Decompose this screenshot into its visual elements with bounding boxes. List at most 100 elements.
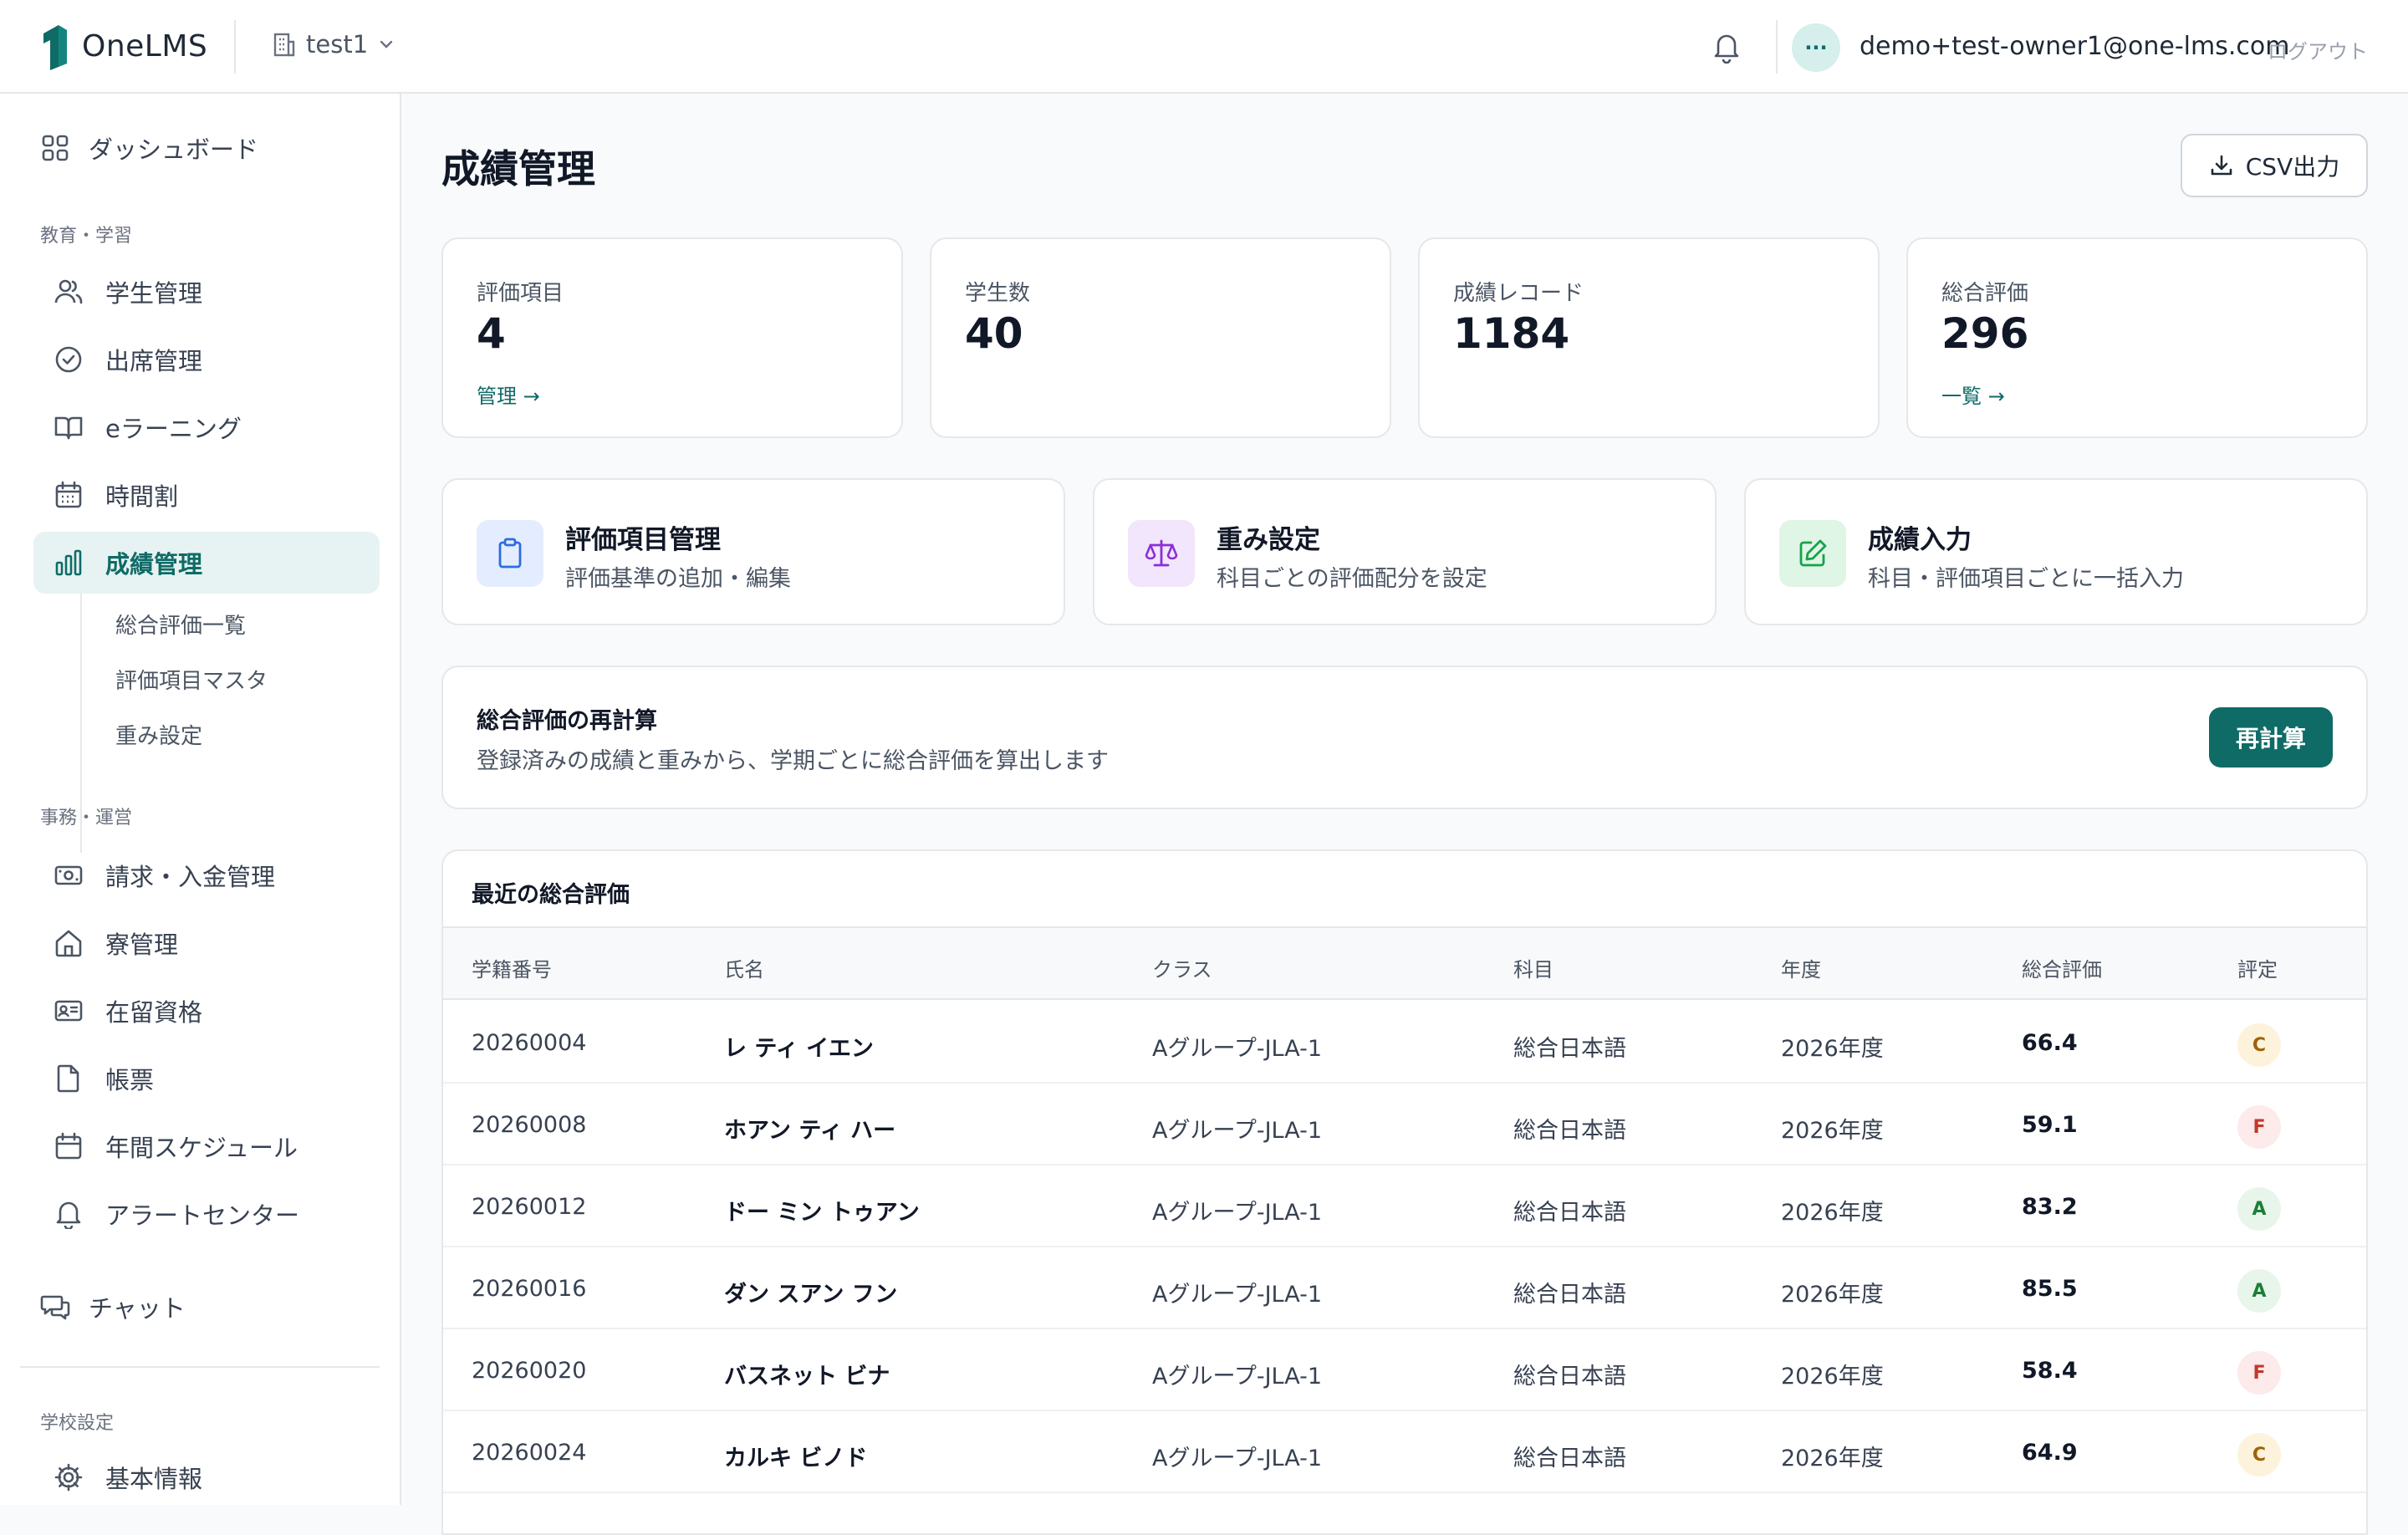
avatar[interactable]: ··· — [1792, 23, 1840, 72]
action-subtitle: 評価基準の追加・編集 — [565, 566, 791, 592]
section-label-school: 学校設定 — [40, 1413, 115, 1434]
download-icon — [2211, 155, 2232, 176]
divider — [1776, 20, 1778, 74]
action-subtitle: 科目・評価項目ごとに一括入力 — [1868, 566, 2184, 592]
sidebar-item-annual-schedule[interactable]: 年間スケジュール — [33, 1115, 380, 1177]
sidebar-item-grades[interactable]: 成績管理 — [33, 532, 380, 594]
sidebar-subitem-weights[interactable]: 重み設定 — [115, 719, 202, 750]
cell-id: 20260024 — [472, 1440, 587, 1466]
recalculate-button[interactable]: 再計算 — [2209, 707, 2333, 768]
id-card-icon — [54, 1000, 83, 1022]
sidebar-item-residence-status[interactable]: 在留資格 — [33, 980, 380, 1042]
sidebar-item-label: 時間割 — [105, 482, 179, 511]
sidebar-item-billing[interactable]: 請求・入金管理 — [33, 844, 380, 906]
stat-link-manage[interactable]: 管理 → — [477, 380, 540, 409]
action-title: 重み設定 — [1217, 525, 1320, 555]
logout-link[interactable]: ログアウト — [2268, 35, 2368, 64]
top-bar: OneLMS test1 ··· demo+test-owner1@one-lm… — [0, 0, 2408, 94]
sidebar-item-elearning[interactable]: eラーニング — [33, 396, 380, 458]
table-title: 最近の総合評価 — [472, 882, 630, 908]
cell-id: 20260016 — [472, 1276, 587, 1302]
sidebar-item-students[interactable]: 学生管理 — [33, 261, 380, 323]
gear-icon — [54, 1463, 83, 1492]
stat-link-list[interactable]: 一覧 → — [1941, 380, 2005, 409]
cell-subject: 総合日本語 — [1513, 1036, 1626, 1062]
cell-class: Aグループ-JLA-1 — [1152, 1200, 1323, 1226]
column-header[interactable]: 評定 — [2237, 953, 2278, 982]
stat-card-overall: 総合評価 296 一覧 → — [1906, 237, 2368, 438]
sidebar-item-label: 出席管理 — [105, 347, 203, 375]
brand-logo[interactable]: OneLMS — [38, 22, 207, 70]
stat-card-records: 成績レコード 1184 — [1418, 237, 1880, 438]
column-header[interactable]: 科目 — [1513, 953, 1553, 982]
user-email: demo+test-owner1@one-lms.com — [1860, 32, 2290, 61]
action-card-weights[interactable]: 重み設定 科目ごとの評価配分を設定 — [1093, 478, 1717, 625]
column-header[interactable]: 年度 — [1781, 953, 1821, 982]
stat-card-students: 学生数 40 — [930, 237, 1391, 438]
sidebar-item-dashboard[interactable]: ダッシュボード — [20, 117, 366, 179]
sidebar-item-label: 年間スケジュール — [105, 1134, 298, 1162]
recalc-subtitle: 登録済みの成績と重みから、学期ごとに総合評価を算出します — [477, 748, 1109, 774]
notifications-button[interactable] — [1711, 30, 1742, 64]
stat-label: 学生数 — [965, 281, 1031, 306]
column-header[interactable]: 総合評価 — [2022, 953, 2102, 982]
onelms-logo-icon — [43, 25, 67, 70]
stat-label: 評価項目 — [477, 281, 564, 306]
cell-score: 66.4 — [2022, 1030, 2078, 1056]
book-open-icon — [54, 416, 83, 440]
cell-year: 2026年度 — [1781, 1200, 1884, 1226]
cell-class: Aグループ-JLA-1 — [1152, 1282, 1323, 1308]
cell-id: 20260012 — [472, 1194, 587, 1220]
table-row[interactable]: 20260020 バスネット ビナ Aグループ-JLA-1 総合日本語 2026年度 58… — [443, 1329, 2366, 1411]
grade-badge: A — [2237, 1187, 2281, 1231]
sidebar-subitem-overall[interactable]: 総合評価一覧 — [115, 609, 246, 640]
grade-badge: A — [2237, 1269, 2281, 1313]
stat-value: 1184 — [1453, 309, 1570, 358]
sidebar-item-label: チャット — [89, 1294, 186, 1323]
cell-name: バスネット ビナ — [724, 1364, 890, 1390]
action-card-grade-entry[interactable]: 成績入力 科目・評価項目ごとに一括入力 — [1744, 478, 2368, 625]
sidebar-item-alert-center[interactable]: アラートセンター — [33, 1183, 380, 1245]
cell-name: ドー ミン トゥアン — [724, 1200, 920, 1226]
page-title: 成績管理 — [441, 146, 595, 191]
stat-label: 成績レコード — [1453, 281, 1584, 306]
brand-name: OneLMS — [82, 28, 208, 64]
grade-badge: F — [2237, 1351, 2281, 1395]
action-card-criteria[interactable]: 評価項目管理 評価基準の追加・編集 — [441, 478, 1065, 625]
column-header[interactable]: クラス — [1152, 953, 1212, 982]
column-header[interactable]: 学籍番号 — [472, 953, 552, 982]
table-row[interactable]: 20260024 カルキ ビノド Aグループ-JLA-1 総合日本語 2026年度 64.… — [443, 1411, 2366, 1493]
users-icon — [54, 279, 83, 304]
cell-subject: 総合日本語 — [1513, 1446, 1626, 1471]
sidebar-item-reports[interactable]: 帳票 — [33, 1048, 380, 1109]
table-header: 学籍番号 氏名 クラス 科目 年度 総合評価 評定 — [443, 926, 2366, 1000]
cell-subject: 総合日本語 — [1513, 1282, 1626, 1308]
check-circle-icon — [55, 346, 82, 373]
table-row[interactable]: 20260012 ドー ミン トゥアン Aグループ-JLA-1 総合日本語 2026年度… — [443, 1165, 2366, 1247]
action-title: 成績入力 — [1868, 525, 1972, 555]
section-label-education: 教育・学習 — [40, 226, 133, 247]
sidebar-subitem-criteria-master[interactable]: 評価項目マスタ — [115, 664, 268, 695]
stat-value: 40 — [965, 309, 1023, 358]
column-header[interactable]: 氏名 — [724, 953, 764, 982]
bell-icon — [56, 1201, 81, 1229]
cell-year: 2026年度 — [1781, 1036, 1884, 1062]
sidebar-item-label: ダッシュボード — [89, 135, 259, 164]
sidebar-item-dormitory[interactable]: 寮管理 — [33, 912, 380, 974]
cell-class: Aグループ-JLA-1 — [1152, 1118, 1323, 1144]
sidebar-item-attendance[interactable]: 出席管理 — [33, 329, 380, 390]
table-row[interactable]: 20260004 レ ティ イエン Aグループ-JLA-1 総合日本語 2026年度 66… — [443, 1002, 2366, 1084]
org-switcher[interactable]: test1 — [273, 30, 395, 59]
cell-subject: 総合日本語 — [1513, 1118, 1626, 1144]
sidebar-item-chat[interactable]: チャット — [20, 1276, 366, 1338]
cell-name: レ ティ イエン — [724, 1036, 874, 1062]
table-row[interactable]: 20260016 ダン スアン フン Aグループ-JLA-1 総合日本語 2026年度 8… — [443, 1247, 2366, 1329]
sidebar-item-timetable[interactable]: 時間割 — [33, 464, 380, 526]
cell-name: ダン スアン フン — [724, 1282, 898, 1308]
table-row[interactable]: 20260008 ホアン ティ ハー Aグループ-JLA-1 総合日本語 2026年度 5… — [443, 1084, 2366, 1165]
csv-export-label: CSV出力 — [2245, 153, 2340, 181]
sidebar-item-basic-info[interactable]: 基本情報 — [33, 1446, 380, 1508]
building-icon — [273, 33, 295, 57]
csv-export-button[interactable]: CSV出力 — [2181, 134, 2368, 197]
action-title: 評価項目管理 — [565, 525, 721, 555]
